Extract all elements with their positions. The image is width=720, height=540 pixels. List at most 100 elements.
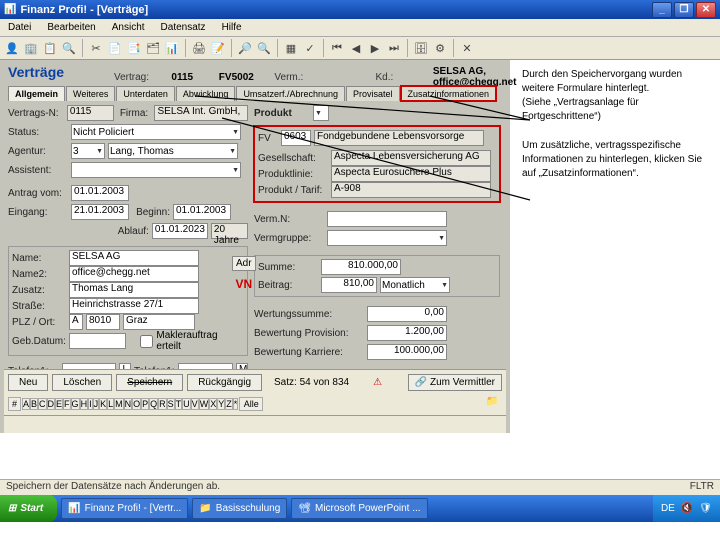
alpha-key[interactable]: K: [99, 398, 107, 410]
toolbar-icon[interactable]: 📝: [210, 40, 226, 56]
status-select[interactable]: Nicht Policiert▼: [71, 124, 241, 140]
alpha-key[interactable]: N: [124, 398, 133, 410]
tray-icon[interactable]: 🛡: [699, 503, 712, 514]
alpha-key[interactable]: M: [114, 398, 124, 410]
rueck-button[interactable]: Rückgängig: [187, 374, 262, 391]
lang-indicator[interactable]: DE: [661, 503, 675, 514]
alpha-key[interactable]: R: [158, 398, 167, 410]
produkt-dd[interactable]: ▼: [313, 105, 329, 121]
agentur-code-select[interactable]: 3▼: [71, 143, 105, 159]
nav-prev-icon[interactable]: ◀: [348, 40, 364, 56]
toolbar-icon[interactable]: 🖨: [191, 40, 207, 56]
toolbar-icon[interactable]: 🔍: [61, 40, 77, 56]
assistent-select[interactable]: ▼: [71, 162, 241, 178]
alpha-key[interactable]: I: [88, 398, 93, 410]
tray-icon[interactable]: 🔇: [681, 503, 693, 514]
taskbar-item[interactable]: 📽Microsoft PowerPoint ...: [291, 498, 427, 519]
fv-code-field[interactable]: 0603: [281, 130, 311, 146]
toolbar-icon[interactable]: ⚙: [432, 40, 448, 56]
alpha-key[interactable]: D: [47, 398, 56, 410]
gebdat-field[interactable]: [69, 333, 127, 349]
menu-bearbeiten[interactable]: Bearbeiten: [43, 21, 99, 34]
alpha-key[interactable]: B: [30, 398, 38, 410]
alpha-key[interactable]: A: [22, 398, 30, 410]
zusatz-field[interactable]: Thomas Lang: [69, 282, 199, 298]
land-field[interactable]: A: [69, 314, 83, 330]
alpha-key[interactable]: U: [182, 398, 191, 410]
name-field[interactable]: SELSA AG: [69, 250, 199, 266]
bprov-field[interactable]: 1.200,00: [367, 325, 447, 341]
beginn-field[interactable]: 01.01.2003: [173, 204, 231, 220]
toolbar-icon[interactable]: ✓: [302, 40, 318, 56]
close-button[interactable]: ✕: [696, 2, 716, 18]
menu-hilfe[interactable]: Hilfe: [218, 21, 246, 34]
alpha-key[interactable]: Z: [225, 398, 233, 410]
toolbar-icon[interactable]: 📄: [107, 40, 123, 56]
nav-next-icon[interactable]: ▶: [367, 40, 383, 56]
alpha-key[interactable]: V: [191, 398, 199, 410]
menu-datei[interactable]: Datei: [4, 21, 35, 34]
minimize-button[interactable]: _: [652, 2, 672, 18]
toolbar-icon[interactable]: 🗂: [145, 40, 161, 56]
summe-field[interactable]: 810.000,00: [321, 259, 401, 275]
toolbar-icon[interactable]: 🔍: [256, 40, 272, 56]
vermgrp-select[interactable]: ▼: [327, 230, 447, 246]
alpha-key[interactable]: S: [167, 398, 175, 410]
alpha-key[interactable]: C: [38, 398, 47, 410]
adr-button[interactable]: Adr: [232, 256, 256, 271]
ablauf-field[interactable]: 01.01.2023: [152, 223, 208, 239]
toolbar-icon[interactable]: ▦: [283, 40, 299, 56]
menu-ansicht[interactable]: Ansicht: [108, 21, 149, 34]
toolbar-icon[interactable]: 🗄: [413, 40, 429, 56]
wsum-field[interactable]: 0,00: [367, 306, 447, 322]
toolbar-icon[interactable]: 👤: [4, 40, 20, 56]
name2-field[interactable]: office@chegg.net: [69, 266, 199, 282]
nav-first-icon[interactable]: ⏮: [329, 40, 345, 56]
makler-checkbox[interactable]: [140, 335, 153, 348]
system-tray[interactable]: DE 🔇 🛡: [653, 495, 720, 522]
alpha-key[interactable]: W: [199, 398, 210, 410]
strasse-field[interactable]: Heinrichstrasse 27/1: [69, 298, 199, 314]
loeschen-button[interactable]: Löschen: [52, 374, 112, 391]
toolbar-icon[interactable]: 📊: [164, 40, 180, 56]
taskbar-item[interactable]: 📁Basisschulung: [192, 498, 287, 519]
tab-weiteres[interactable]: Weiteres: [66, 86, 115, 101]
alpha-key[interactable]: E: [55, 398, 63, 410]
alpha-key[interactable]: F: [63, 398, 71, 410]
speichern-button[interactable]: Speichern: [116, 374, 183, 391]
toolbar-icon[interactable]: 🏢: [23, 40, 39, 56]
toolbar-icon[interactable]: ✕: [459, 40, 475, 56]
plz-field[interactable]: 8010: [86, 314, 120, 330]
vermn-field[interactable]: [327, 211, 447, 227]
tab-allgemein[interactable]: Allgemein: [8, 86, 65, 101]
alpha-key[interactable]: Q: [149, 398, 158, 410]
bkarr-field[interactable]: 100.000,00: [367, 344, 447, 360]
maximize-button[interactable]: ❐: [674, 2, 694, 18]
alpha-key[interactable]: X: [209, 398, 217, 410]
beitrag-field[interactable]: 810,00: [321, 277, 377, 293]
alpha-key[interactable]: H: [80, 398, 89, 410]
zum-vermittler-button[interactable]: 🔗 Zum Vermittler: [408, 374, 502, 391]
taskbar-item[interactable]: 📊Finanz Profi! - [Vertr...: [61, 498, 188, 519]
start-button[interactable]: ⊞ Start: [0, 495, 57, 522]
ort-field[interactable]: Graz: [123, 314, 195, 330]
beitrag-period-select[interactable]: Monatlich▼: [380, 277, 450, 293]
neu-button[interactable]: Neu: [8, 374, 48, 391]
alpha-key[interactable]: G: [71, 398, 80, 410]
menu-datensatz[interactable]: Datensatz: [157, 21, 210, 34]
toolbar-icon[interactable]: 📑: [126, 40, 142, 56]
nav-last-icon[interactable]: ⏭: [386, 40, 402, 56]
eingang-field[interactable]: 21.01.2003: [71, 204, 129, 220]
alpha-key[interactable]: #: [8, 397, 21, 411]
agentur-name-select[interactable]: Lang, Thomas▼: [108, 143, 238, 159]
alpha-key[interactable]: P: [141, 398, 149, 410]
toolbar-icon[interactable]: ✂: [88, 40, 104, 56]
tab-zusatzinfo[interactable]: Zusatzinformationen: [401, 86, 497, 101]
toolbar-icon[interactable]: 🔎: [237, 40, 253, 56]
antrag-field[interactable]: 01.01.2003: [71, 185, 129, 201]
filter-icon[interactable]: 📁: [486, 396, 502, 412]
alpha-key[interactable]: *: [233, 398, 239, 410]
alpha-key[interactable]: O: [132, 398, 141, 410]
alpha-alle[interactable]: Alle: [239, 397, 263, 411]
toolbar-icon[interactable]: 📋: [42, 40, 58, 56]
